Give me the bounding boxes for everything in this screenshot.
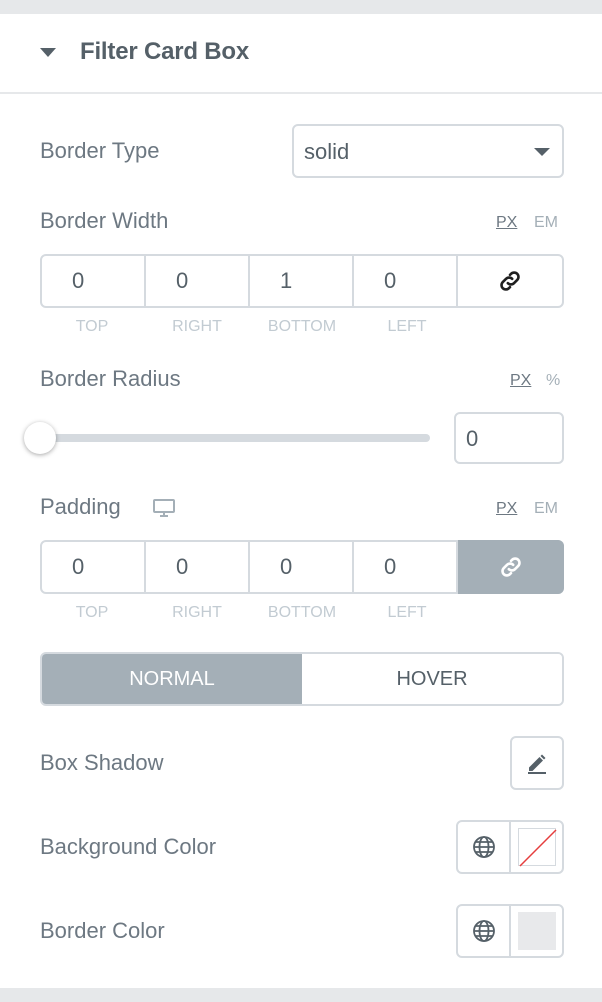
border-type-select[interactable]: solid xyxy=(292,124,564,178)
link-icon xyxy=(500,271,520,291)
border-width-units: PX EM xyxy=(496,214,564,234)
background-color-control xyxy=(456,820,564,874)
unit-em[interactable]: EM xyxy=(534,214,558,232)
border-radius-input[interactable]: 0 xyxy=(454,412,564,464)
border-color-swatch xyxy=(517,912,556,950)
unit-em[interactable]: EM xyxy=(534,500,558,518)
border-width-inputs: 0 0 1 0 xyxy=(40,254,564,308)
unit-px[interactable]: PX xyxy=(510,372,531,390)
border-type-value: solid xyxy=(304,139,350,164)
border-color-control xyxy=(456,904,564,958)
side-label-top: TOP xyxy=(75,604,109,621)
section-header[interactable]: Filter Card Box xyxy=(0,14,602,94)
pencil-icon xyxy=(528,754,546,774)
side-label-right: RIGHT xyxy=(172,318,222,335)
link-icon xyxy=(501,557,521,577)
globe-icon xyxy=(472,920,495,942)
border-type-label: Border Type xyxy=(40,138,160,163)
side-label-bottom: BOTTOM xyxy=(267,318,337,335)
desktop-icon[interactable] xyxy=(152,498,176,518)
side-label-left: LEFT xyxy=(387,604,427,621)
box-shadow-label: Box Shadow xyxy=(40,750,164,775)
side-label-right: RIGHT xyxy=(172,604,222,621)
background-color-picker[interactable] xyxy=(511,822,562,872)
unit-px[interactable]: PX xyxy=(496,500,517,518)
border-width-left[interactable]: 0 xyxy=(354,256,458,306)
padding-top[interactable]: 0 xyxy=(42,542,146,592)
side-label-bottom: BOTTOM xyxy=(267,604,337,621)
unit-percent[interactable]: % xyxy=(546,372,560,390)
chevron-down-icon xyxy=(534,148,550,156)
border-width-bottom[interactable]: 1 xyxy=(250,256,354,306)
padding-right[interactable]: 0 xyxy=(146,542,250,592)
border-radius-label: Border Radius xyxy=(40,366,181,391)
caret-down-icon[interactable] xyxy=(40,48,56,57)
border-width-top[interactable]: 0 xyxy=(42,256,146,306)
background-color-label: Background Color xyxy=(40,834,217,859)
border-width-label: Border Width xyxy=(40,208,169,233)
side-label-top: TOP xyxy=(75,318,109,335)
globe-icon xyxy=(472,836,495,858)
padding-bottom[interactable]: 0 xyxy=(250,542,354,592)
link-values-button-active[interactable] xyxy=(458,540,564,594)
link-values-button[interactable] xyxy=(458,256,562,306)
border-radius-units: PX % xyxy=(510,372,564,392)
padding-left[interactable]: 0 xyxy=(354,542,458,592)
border-width-side-labels: TOP RIGHT BOTTOM LEFT xyxy=(40,318,564,338)
box-shadow-edit-button[interactable] xyxy=(510,736,564,790)
tab-normal[interactable]: NORMAL xyxy=(42,654,302,704)
tab-hover[interactable]: HOVER xyxy=(302,654,562,704)
side-label-left: LEFT xyxy=(387,318,427,335)
section-title: Filter Card Box xyxy=(80,38,250,65)
state-tabs: NORMAL HOVER xyxy=(40,652,564,706)
border-color-picker[interactable] xyxy=(511,906,562,956)
settings-panel: Filter Card Box Border Type solid Border… xyxy=(0,14,602,988)
global-colors-button[interactable] xyxy=(458,822,511,872)
border-color-label: Border Color xyxy=(40,918,165,943)
global-colors-button[interactable] xyxy=(458,906,511,956)
unit-px[interactable]: PX xyxy=(496,214,517,232)
border-radius-value: 0 xyxy=(466,426,479,451)
padding-side-labels: TOP RIGHT BOTTOM LEFT xyxy=(40,604,564,624)
empty-color-swatch xyxy=(517,828,557,867)
border-radius-slider-thumb[interactable] xyxy=(24,422,56,454)
padding-label: Padding xyxy=(40,494,121,519)
padding-units: PX EM xyxy=(496,500,564,520)
border-width-right[interactable]: 0 xyxy=(146,256,250,306)
padding-inputs: 0 0 0 0 xyxy=(40,540,564,594)
border-radius-slider-track[interactable] xyxy=(40,434,430,442)
